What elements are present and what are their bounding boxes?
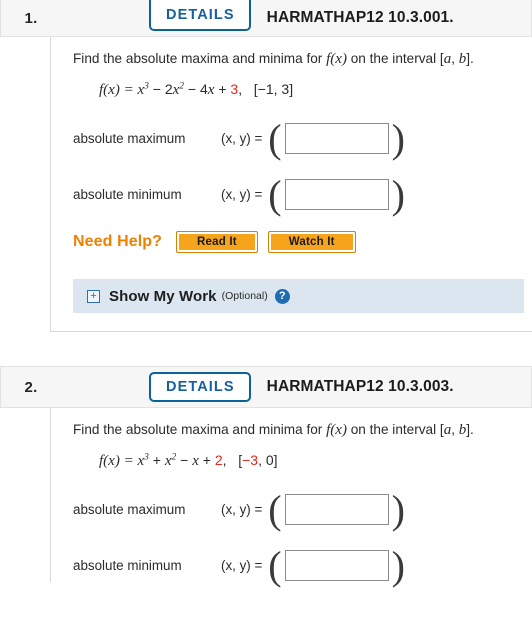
question-body-tail (63, 313, 532, 331)
prompt-comma: , (451, 422, 459, 437)
prompt-text-end: ]. (466, 422, 474, 437)
question-header-1: 1. DETAILS HARMATHAP12 10.3.001. (0, 0, 532, 37)
formula-op1: − 2 (148, 81, 173, 97)
question-code: HARMATHAP12 10.3.003. (266, 378, 454, 395)
watch-it-button[interactable]: Watch It (267, 231, 356, 253)
formula-term3-base: x (192, 453, 199, 469)
assignment-page: 1. DETAILS HARMATHAP12 10.3.001. Find th… (0, 0, 532, 625)
formula-lhs: f(x) = (99, 82, 138, 98)
prompt-function: f(x) (326, 51, 347, 67)
question-code: HARMATHAP12 10.3.001. (266, 9, 454, 26)
formula-comma: , (222, 452, 227, 468)
formula-constant: 2 (214, 452, 223, 468)
answer-coordinate-label: (x, y) = (221, 130, 263, 146)
answer-coordinate-label: (x, y) = (221, 186, 263, 202)
answer-row-absolute-maximum: absolute maximum (x, y) = ( ) (73, 487, 405, 532)
formula-interval: [−1, 3] (253, 81, 294, 97)
question-body-1: Find the absolute maxima and minima for … (50, 37, 532, 332)
question-number: 1. (24, 9, 38, 27)
answer-label: absolute minimum (73, 557, 182, 573)
formula-interval-lower: −3 (242, 452, 259, 468)
prompt-function: f(x) (326, 422, 347, 438)
question-number: 2. (24, 378, 38, 396)
answer-label: absolute maximum (73, 130, 186, 146)
formula-op3: + (214, 81, 231, 97)
absolute-maximum-input[interactable] (284, 493, 389, 525)
question-formula: f(x) = x3 − 2x2 − 4x + 3, [−1, 3] (63, 81, 532, 99)
answer-label: absolute maximum (73, 501, 186, 517)
help-question-icon[interactable]: ? (274, 288, 290, 304)
answer-coordinate-label: (x, y) = (221, 557, 263, 573)
answer-coordinate-label: (x, y) = (221, 501, 263, 517)
answer-row-absolute-maximum: absolute maximum (x, y) = ( ) (73, 116, 405, 161)
details-button[interactable]: DETAILS (149, 371, 251, 403)
absolute-minimum-input[interactable] (284, 178, 389, 210)
prompt-text-start: Find the absolute maxima and minima for (73, 422, 327, 437)
absolute-maximum-input[interactable] (284, 122, 389, 154)
question-block-1: 1. DETAILS HARMATHAP12 10.3.001. Find th… (0, 0, 532, 332)
question-prompt: Find the absolute maxima and minima for … (63, 422, 532, 439)
formula-interval-upper: 0 (265, 452, 274, 468)
formula-op2: − (176, 452, 193, 468)
need-help-section: Need Help? Read It Watch It (63, 231, 532, 253)
question-body-2: Find the absolute maxima and minima for … (50, 408, 532, 588)
prompt-text-interval: on the interval [ (346, 422, 444, 437)
prompt-text-start: Find the absolute maxima and minima for (73, 51, 327, 66)
read-it-button[interactable]: Read It (176, 231, 258, 253)
show-my-work-title: Show My Work (109, 287, 217, 305)
answer-row-absolute-minimum: absolute minimum (x, y) = ( ) (73, 172, 405, 217)
formula-interval-close: ] (273, 452, 278, 468)
expand-plus-icon[interactable]: + (87, 289, 100, 303)
question-block-2: 2. DETAILS HARMATHAP12 10.3.003. Find th… (0, 366, 532, 588)
absolute-minimum-input[interactable] (284, 549, 389, 581)
show-my-work-bar[interactable]: + Show My Work (Optional) ? (73, 279, 524, 313)
question-gap (0, 332, 532, 366)
question-header-2: 2. DETAILS HARMATHAP12 10.3.003. (0, 366, 532, 408)
formula-op1: + (148, 452, 165, 468)
answer-row-absolute-minimum: absolute minimum (x, y) = ( ) (73, 543, 405, 588)
formula-term2-base: x (164, 453, 172, 469)
formula-interval-separator: , (258, 452, 266, 468)
prompt-text-interval: on the interval [ (346, 51, 444, 66)
formula-comma: , (238, 81, 243, 97)
formula-op3: + (198, 452, 215, 468)
prompt-text-end: ]. (466, 51, 474, 66)
answer-label: absolute minimum (73, 186, 182, 202)
formula-lhs: f(x) = (99, 453, 138, 469)
show-my-work-optional: (Optional) (221, 290, 268, 302)
formula-op2: − 4 (184, 81, 208, 97)
details-button[interactable]: DETAILS (149, 0, 251, 31)
question-formula: f(x) = x3 + x2 − x + 2, [−3, 0] (63, 452, 532, 470)
need-help-label: Need Help? (73, 233, 163, 250)
prompt-comma: , (451, 51, 459, 66)
question-prompt: Find the absolute maxima and minima for … (63, 51, 532, 68)
